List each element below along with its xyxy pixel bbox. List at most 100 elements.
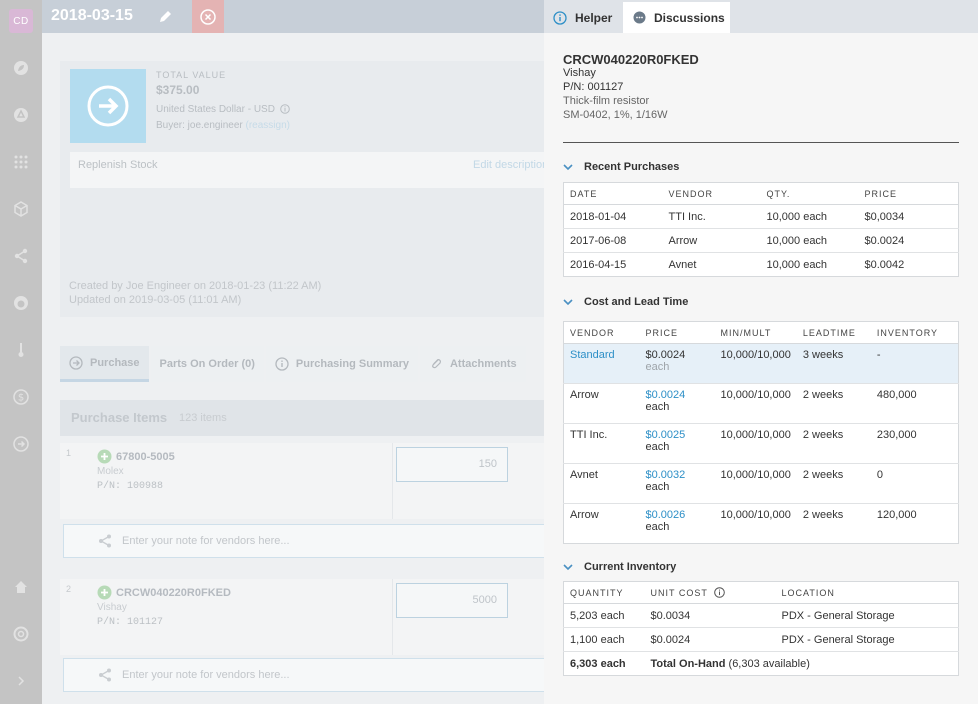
quantity-input[interactable]: 5000	[396, 583, 508, 618]
currency: United States Dollar - USD	[156, 104, 290, 115]
buyer-text: Buyer: joe.engineer	[156, 120, 243, 131]
column-header: VENDOR	[662, 182, 761, 205]
item-internal-pn: P/N: 101127	[97, 617, 164, 628]
price-link[interactable]: $0.0032	[646, 469, 686, 481]
cell-price: $0,0034	[858, 204, 959, 229]
purchase-item: 2 CRCW040220R0FKED Vishay P/N: 101127 50…	[60, 579, 544, 655]
chevron-down-icon	[563, 164, 573, 171]
tab-discussions[interactable]: Discussions	[623, 2, 730, 33]
table-row[interactable]: Arrow $0.0024 each 10,000/10,000 2 weeks …	[563, 383, 959, 424]
thermometer-icon[interactable]	[11, 340, 31, 360]
cost-lead-toggle[interactable]: Cost and Lead Time	[563, 296, 688, 308]
table-row[interactable]: Standard $0.0024 each 10,000/10,000 3 wee…	[563, 343, 959, 384]
edit-description-link[interactable]: Edit description	[473, 159, 544, 171]
item-manufacturer: Vishay	[97, 602, 127, 613]
cell-location: PDX - General Storage	[775, 627, 959, 652]
home-icon[interactable]	[11, 577, 31, 597]
cell-date: 2016-04-15	[563, 252, 663, 277]
tab-helper[interactable]: Helper	[553, 2, 612, 33]
current-inventory-toggle[interactable]: Current Inventory	[563, 561, 676, 573]
reassign-link[interactable]: (reassign)	[246, 120, 290, 131]
info-icon	[275, 357, 289, 371]
recent-purchases-table: DATE VENDOR QTY. PRICE 2018-01-04 TTI In…	[563, 182, 959, 277]
price-unit: each	[645, 521, 670, 533]
item-part-number[interactable]: 67800-5005	[116, 451, 175, 463]
cell-qty: 10,000 each	[760, 252, 859, 277]
vendor-note-input[interactable]: Enter your note for vendors here...	[63, 658, 544, 692]
info-icon[interactable]	[714, 587, 725, 598]
table-row[interactable]: TTI Inc. $0.0025 each 10,000/10,000 2 wee…	[563, 423, 959, 464]
share-icon	[99, 534, 111, 548]
cell-vendor: TTI Inc.	[662, 204, 761, 229]
paperclip-icon	[432, 359, 441, 369]
dollar-icon[interactable]: $	[11, 387, 31, 407]
edit-title-icon[interactable]	[157, 9, 173, 28]
item-number: 1	[66, 448, 72, 458]
price-link[interactable]: $0.0026	[646, 509, 686, 521]
description-text: Replenish Stock	[78, 159, 158, 171]
item-number: 2	[66, 584, 72, 594]
column-header: QUANTITY	[563, 581, 645, 604]
table-row[interactable]: Arrow $0.0026 each 10,000/10,000 2 weeks …	[563, 503, 959, 544]
share-icon[interactable]	[11, 246, 31, 266]
tab-label: Parts On Order (0)	[159, 358, 255, 370]
grid-icon[interactable]	[11, 152, 31, 172]
chevron-right-icon[interactable]	[11, 671, 31, 691]
price-unit: each	[645, 401, 670, 413]
svg-text:$: $	[18, 393, 24, 404]
chat-icon	[633, 11, 646, 24]
recent-purchases-toggle[interactable]: Recent Purchases	[563, 161, 679, 173]
price-link[interactable]: $0.0025	[646, 429, 686, 441]
cell-quantity: 5,203 each	[563, 603, 645, 628]
tab-parts-on-order[interactable]: Parts On Order (0)	[150, 346, 264, 382]
panel-tabs: Helper Discussions	[544, 0, 978, 33]
section-title: Current Inventory	[584, 561, 677, 573]
tab-purchasing-summary[interactable]: Purchasing Summary	[265, 346, 418, 382]
column-header: LEADTIME	[796, 321, 871, 344]
total-available: (6,303 available)	[728, 657, 810, 670]
order-tabs: Purchase Parts On Order (0) Purchasing S…	[60, 346, 544, 382]
cell-leadtime: 2 weeks	[796, 503, 871, 544]
cell-qty: 10,000 each	[760, 228, 859, 253]
arrow-right-circle-icon	[87, 85, 129, 127]
gauge-icon[interactable]	[11, 293, 31, 313]
cell-price: $0.0024	[858, 228, 959, 253]
tab-label: Attachments	[449, 358, 517, 370]
price-link[interactable]: $0.0024	[646, 389, 686, 401]
cell-vendor: Arrow	[563, 383, 640, 424]
page-title: 2018-03-15	[51, 7, 133, 24]
info-icon[interactable]	[279, 104, 290, 114]
close-icon	[200, 8, 216, 25]
leaf-icon[interactable]	[11, 58, 31, 78]
quantity-input[interactable]: 150	[396, 447, 508, 482]
price-value: $0.0024	[645, 349, 686, 361]
table-row: 2018-01-04 TTI Inc. 10,000 each $0,0034	[563, 204, 959, 229]
box-icon[interactable]	[11, 199, 31, 219]
tab-attachments[interactable]: Attachments	[419, 346, 526, 382]
updated-text: Updated on 2019-03-05 (11:01 AM)	[69, 294, 242, 306]
table-row[interactable]: Avnet $0.0032 each 10,000/10,000 2 weeks …	[563, 463, 959, 504]
cost-lead-table: VENDOR PRICE MIN/MULT LEADTIME INVENTORY…	[563, 321, 959, 544]
cell-vendor[interactable]: Standard	[563, 343, 640, 384]
cell-leadtime: 3 weeks	[796, 343, 871, 384]
section-title: Recent Purchases	[584, 161, 680, 173]
add-icon[interactable]	[97, 449, 112, 464]
chevron-down-icon	[563, 564, 573, 571]
cell-minmult: 10,000/10,000	[714, 503, 797, 544]
vendor-note-input[interactable]: Enter your note for vendors here...	[63, 524, 544, 558]
column-header: UNIT COST	[650, 588, 708, 598]
cell-qty: 10,000 each	[760, 204, 859, 229]
cell-inventory: 120,000	[870, 503, 959, 544]
column-header: PRICE	[858, 182, 959, 205]
add-icon[interactable]	[97, 585, 112, 600]
recycle-icon[interactable]	[11, 105, 31, 125]
item-part-number[interactable]: CRCW040220R0FKED	[116, 587, 231, 599]
close-button[interactable]	[192, 0, 224, 33]
arrow-circle-icon[interactable]	[11, 434, 31, 454]
cell-vendor: Arrow	[662, 228, 761, 253]
tab-label: Purchase	[90, 356, 140, 369]
help-icon[interactable]	[11, 624, 31, 644]
tab-purchase[interactable]: Purchase	[60, 346, 149, 382]
avatar[interactable]: CD	[9, 9, 33, 33]
sidebar: CD $	[0, 0, 42, 704]
